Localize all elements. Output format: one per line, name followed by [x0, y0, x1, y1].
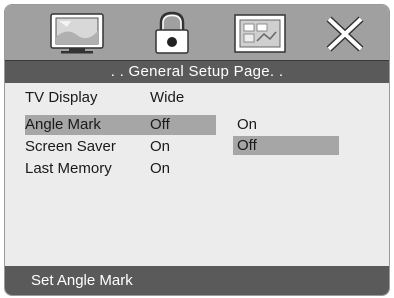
menu-item-value: Wide [150, 89, 185, 106]
password-lock-icon[interactable] [142, 11, 202, 55]
general-setup-tv-icon[interactable] [47, 11, 107, 55]
exit-x-icon[interactable] [315, 11, 375, 55]
menu-item-label: Angle Mark [25, 116, 101, 133]
menu-item-label: Last Memory [25, 160, 112, 177]
page-title: . . General Setup Page. . [5, 60, 389, 83]
icon-toolbar [5, 5, 389, 60]
option-on[interactable]: On [233, 115, 339, 134]
menu-item-label: Screen Saver [25, 138, 116, 155]
option-off[interactable]: Off [233, 136, 339, 155]
menu-item-value: Off [150, 116, 170, 133]
menu-item-value: On [150, 160, 171, 177]
preference-image-icon[interactable] [230, 11, 290, 55]
menu-item-value: On [150, 138, 171, 155]
osd-setup-menu: . . General Setup Page. . TV Display Wid… [4, 4, 390, 296]
menu-item-label: TV Display [25, 89, 98, 106]
status-bar: Set Angle Mark [5, 266, 389, 295]
menu-item-angle-mark[interactable]: Angle Mark Off [25, 115, 216, 135]
